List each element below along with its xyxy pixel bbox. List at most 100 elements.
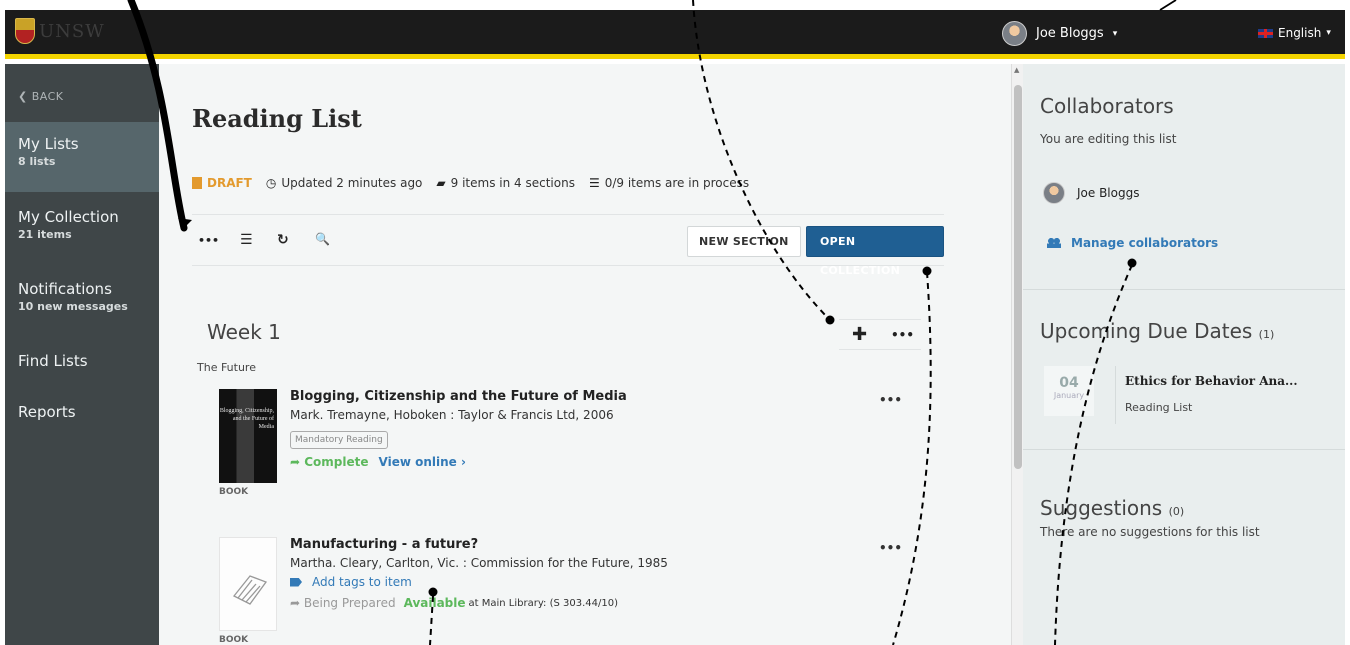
user-menu[interactable]: Joe Bloggs ▾	[1002, 21, 1117, 46]
suggestions-count: (0)	[1168, 505, 1185, 518]
collaborator: Joe Bloggs	[1043, 182, 1139, 204]
tag-icon	[290, 577, 302, 587]
process-label: 0/9 items are in process	[604, 176, 750, 190]
cover-title: Blogging, Citizenship, and the Future of…	[219, 408, 274, 430]
due-dates-count: (1)	[1258, 328, 1275, 341]
book-icon	[232, 575, 268, 605]
due-day: 04	[1059, 375, 1079, 391]
book-icon: ▰	[436, 176, 446, 190]
caret-down-icon: ▾	[1326, 28, 1331, 38]
item-author: Martha. Cleary, Carlton, Vic. : Commissi…	[290, 556, 668, 570]
section-title: Week 1	[207, 320, 281, 344]
sidebar-item-reports[interactable]: Reports	[5, 403, 159, 433]
add-item-icon[interactable]: ✚	[852, 324, 867, 345]
refresh-icon[interactable]: ↻	[277, 232, 289, 248]
updated-info: ◷ Updated 2 minutes ago	[266, 176, 423, 190]
suggestions-empty: There are no suggestions for this list	[1040, 525, 1260, 539]
sidebar-item-notifications[interactable]: Notifications 10 new messages	[5, 280, 159, 330]
manage-collaborators-label: Manage collaborators	[1071, 236, 1219, 250]
item-type: BOOK	[219, 635, 249, 645]
avatar	[1043, 182, 1065, 204]
view-online-link[interactable]: View online ›	[379, 455, 466, 469]
sidebar: ❮ BACK My Lists 8 lists My Collection 21…	[5, 64, 159, 645]
scrollbar[interactable]: ▲	[1011, 64, 1023, 645]
suggestions-title: Suggestions (0)	[1040, 496, 1184, 520]
availability-location: at Main Library: (S 303.44/10)	[468, 597, 619, 609]
top-bar: UNSW Joe Bloggs ▾ English ▾	[5, 10, 1345, 59]
avatar	[1002, 21, 1027, 46]
due-item-title[interactable]: Ethics for Behavior Ana...	[1125, 374, 1298, 388]
unsw-logo[interactable]: UNSW	[15, 18, 105, 44]
tasks-icon: ☰	[588, 176, 600, 190]
due-item-type: Reading List	[1125, 401, 1193, 414]
sidebar-item-label: Reports	[18, 403, 76, 421]
status-label: DRAFT	[207, 176, 252, 190]
uk-flag-icon	[1258, 28, 1273, 38]
due-dates-label: Upcoming Due Dates	[1040, 319, 1253, 343]
book-cover-placeholder	[219, 537, 277, 631]
section-more-icon[interactable]: •••	[891, 328, 914, 342]
file-icon	[192, 177, 202, 189]
sidebar-item-find-lists[interactable]: Find Lists	[5, 352, 159, 382]
list-toolbar: ••• ☰ ↻ 🔍 NEW SECTION OPEN COLLECTION	[192, 214, 944, 277]
item-tag[interactable]: Mandatory Reading	[290, 431, 388, 449]
page-title: Reading List	[192, 104, 362, 133]
sidebar-item-count: 21 items	[18, 228, 72, 241]
collaborator-name: Joe Bloggs	[1077, 186, 1140, 200]
item-more-icon[interactable]: •••	[879, 393, 902, 407]
manage-collaborators-link[interactable]: Manage collaborators	[1047, 236, 1218, 250]
sidebar-item-my-lists[interactable]: My Lists 8 lists	[5, 122, 159, 192]
callout-line	[1159, 0, 1177, 11]
sidebar-item-label: Find Lists	[18, 352, 88, 370]
caret-down-icon: ▾	[1112, 28, 1118, 39]
process-info: ☰ 0/9 items are in process	[589, 176, 749, 190]
sidebar-item-label: Notifications	[18, 280, 112, 298]
complete-status: ➦ Complete	[290, 455, 369, 469]
item-type: BOOK	[219, 487, 249, 497]
sidebar-item-label: My Lists	[18, 135, 79, 153]
section-actions: ✚ •••	[839, 319, 921, 350]
item-title[interactable]: Blogging, Citizenship and the Future of …	[290, 389, 627, 404]
search-icon[interactable]: 🔍	[315, 232, 330, 246]
sidebar-item-count: 8 lists	[18, 155, 56, 168]
list-item[interactable]: BOOK Manufacturing - a future? Martha. C…	[219, 537, 919, 645]
item-title[interactable]: Manufacturing - a future?	[290, 537, 478, 552]
logo-wordmark: UNSW	[39, 20, 105, 42]
new-section-button[interactable]: NEW SECTION	[687, 226, 801, 257]
list-item[interactable]: Blogging, Citizenship, and the Future of…	[219, 389, 919, 504]
sidebar-item-count: 10 new messages	[18, 300, 128, 313]
being-prepared-status: ➦ Being Prepared	[290, 596, 396, 610]
section-subtitle: The Future	[197, 361, 256, 374]
main-content: Reading List DRAFT ◷ Updated 2 minutes a…	[159, 64, 1011, 645]
divider	[1023, 449, 1345, 450]
updated-label: Updated 2 minutes ago	[281, 176, 423, 190]
users-icon	[1047, 238, 1061, 248]
item-more-icon[interactable]: •••	[879, 541, 902, 555]
sidebar-item-label: My Collection	[18, 208, 119, 226]
user-name: Joe Bloggs	[1036, 26, 1104, 41]
item-status: ➦ Complete View online ›	[290, 455, 466, 469]
divider	[1115, 366, 1116, 424]
open-collection-button[interactable]: OPEN COLLECTION	[806, 226, 944, 277]
back-link[interactable]: ❮ BACK	[18, 90, 64, 103]
status-badge: DRAFT	[192, 176, 252, 190]
collaborators-subtitle: You are editing this list	[1040, 132, 1177, 146]
book-cover: Blogging, Citizenship, and the Future of…	[219, 389, 277, 483]
due-dates-title: Upcoming Due Dates (1)	[1040, 319, 1274, 343]
due-month: January	[1053, 391, 1085, 400]
scroll-thumb[interactable]	[1014, 85, 1022, 469]
items-label: 9 items in 4 sections	[450, 176, 575, 190]
list-meta: DRAFT ◷ Updated 2 minutes ago ▰ 9 items …	[192, 176, 749, 190]
clock-icon: ◷	[265, 176, 277, 190]
suggestions-label: Suggestions	[1040, 496, 1163, 520]
scroll-up-icon[interactable]: ▲	[1014, 66, 1019, 74]
list-view-icon[interactable]: ☰	[240, 232, 253, 248]
add-tags-link[interactable]: Add tags to item	[290, 575, 412, 589]
item-status: ➦ Being Prepared Available at Main Libra…	[290, 596, 618, 610]
sidebar-item-my-collection[interactable]: My Collection 21 items	[5, 208, 159, 258]
add-tags-label: Add tags to item	[312, 575, 412, 589]
item-author: Mark. Tremayne, Hoboken : Taylor & Franc…	[290, 408, 614, 422]
language-selector[interactable]: English ▾	[1258, 26, 1331, 40]
more-options-icon[interactable]: •••	[198, 234, 219, 247]
collaborators-title: Collaborators	[1040, 94, 1174, 118]
